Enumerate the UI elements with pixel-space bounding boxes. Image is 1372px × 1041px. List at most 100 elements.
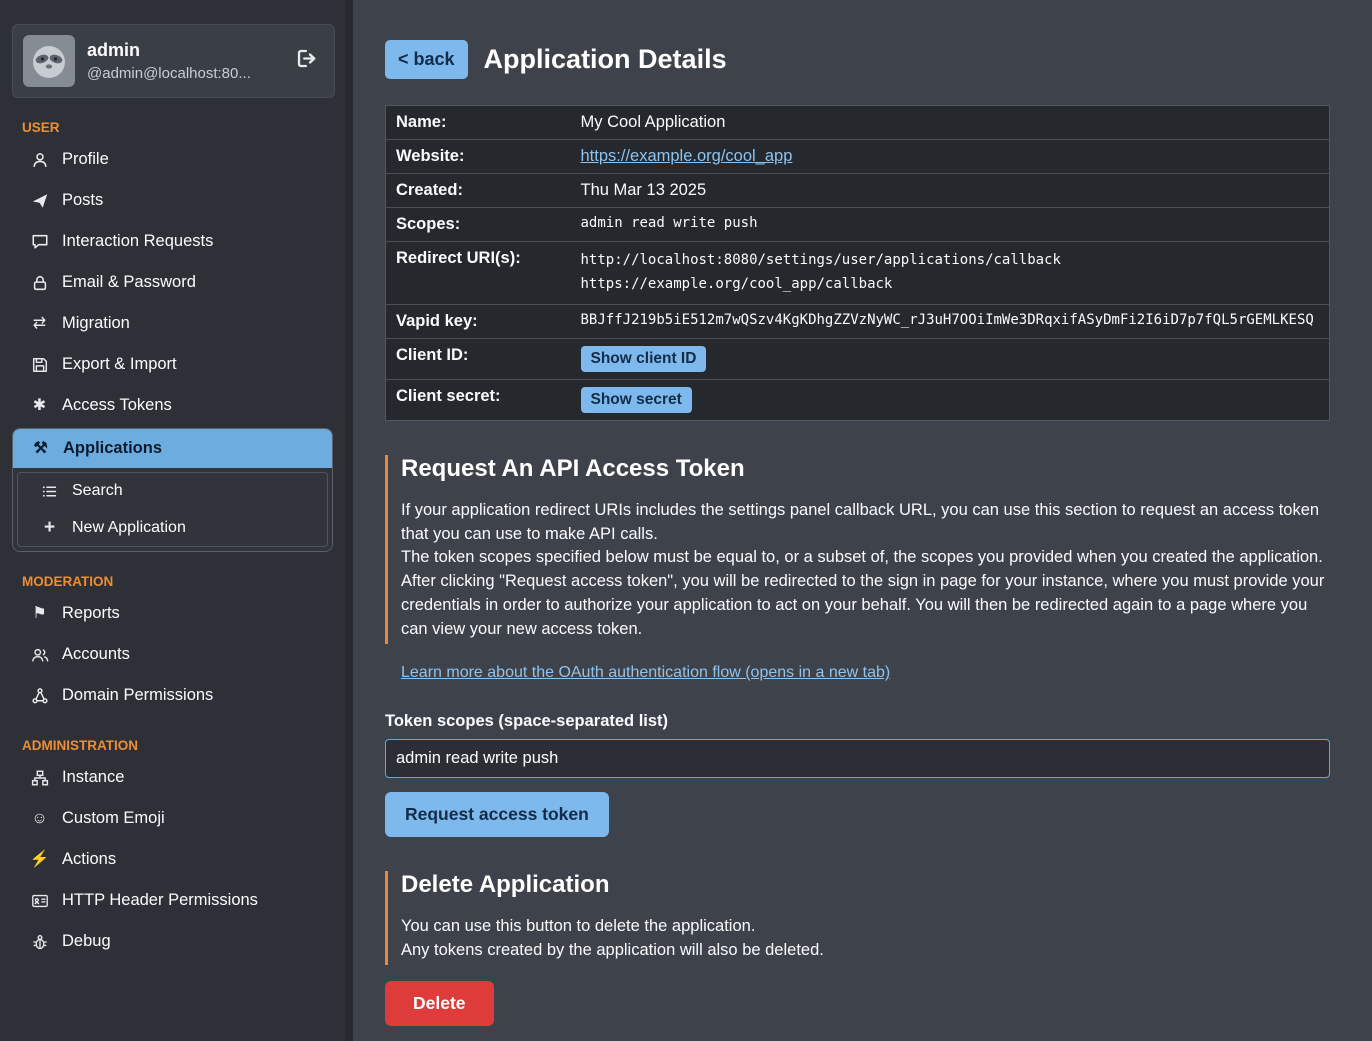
sidebar-item-http-header-permissions[interactable]: HTTP Header Permissions [0,880,345,921]
user-handle: @admin@localhost:80... [87,65,251,82]
sidebar-item-label: Access Tokens [62,396,172,415]
table-row-created: Created: Thu Mar 13 2025 [386,174,1330,208]
table-row-client-secret: Client secret: Show secret [386,379,1330,420]
sidebar-item-label: Domain Permissions [62,686,213,705]
applications-submenu-box: Search + New Application [17,472,328,547]
user-meta: admin @admin@localhost:80... [87,40,251,82]
sidebar-item-access-tokens[interactable]: ✱ Access Tokens [0,385,345,426]
request-access-token-button[interactable]: Request access token [385,792,609,837]
page-title: Application Details [484,44,727,75]
vapid-key-value: BBJffJ219b5iE512m7wQSzv4KgKDhgZZVzNyWC_r… [571,304,1330,338]
request-token-paragraph-2: The token scopes specified below must be… [401,546,1330,570]
plus-icon: + [40,518,59,537]
row-label: Name: [386,106,571,140]
row-label: Redirect URI(s): [386,242,571,305]
token-scopes-label: Token scopes (space-separated list) [385,712,1330,731]
row-label: Created: [386,174,571,208]
sidebar-item-export-import[interactable]: Export & Import [0,344,345,385]
sidebar: admin @admin@localhost:80... USER Profil… [0,0,345,1041]
sidebar-item-label: Posts [62,191,103,210]
sidebar-item-email-password[interactable]: Email & Password [0,262,345,303]
section-label-moderation: MODERATION [22,574,345,589]
paper-plane-icon [30,192,49,210]
redirect-uri-1: http://localhost:8080/settings/user/appl… [581,249,1320,273]
back-button[interactable]: < back [385,40,468,79]
row-label: Website: [386,140,571,174]
delete-paragraph-1: You can use this button to delete the ap… [401,915,1330,939]
sitemap-icon [30,769,49,787]
request-token-paragraph-1: If your application redirect URIs includ… [401,499,1330,547]
table-row-scopes: Scopes: admin read write push [386,208,1330,242]
bug-icon [30,933,49,951]
user-card: admin @admin@localhost:80... [12,24,335,98]
sidebar-item-label: Applications [63,439,162,458]
application-details-table: Name: My Cool Application Website: https… [385,105,1330,421]
row-label: Vapid key: [386,304,571,338]
flag-icon: ⚑ [30,606,49,622]
created-value: Thu Mar 13 2025 [571,174,1330,208]
sidebar-item-label: Migration [62,314,130,333]
speech-bubble-icon [30,233,49,251]
sidebar-item-instance[interactable]: Instance [0,757,345,798]
lock-icon [30,274,49,292]
delete-application-section: Delete Application You can use this butt… [385,871,1330,965]
sidebar-item-custom-emoji[interactable]: ☺ Custom Emoji [0,798,345,839]
sidebar-item-debug[interactable]: Debug [0,921,345,962]
sidebar-item-new-application[interactable]: + New Application [18,509,327,546]
table-row-vapid-key: Vapid key: BBJffJ219b5iE512m7wQSzv4KgKDh… [386,304,1330,338]
sidebar-item-actions[interactable]: ⚡ Actions [0,839,345,880]
user-icon [30,151,49,169]
show-secret-button[interactable]: Show secret [581,387,692,413]
sidebar-item-migration[interactable]: ⇄ Migration [0,303,345,344]
main-content: < back Application Details Name: My Cool… [353,0,1372,1041]
asterisk-icon: ✱ [30,398,49,414]
sidebar-item-applications[interactable]: ⚒ Applications [13,429,332,468]
scopes-value: admin read write push [571,208,1330,242]
website-link[interactable]: https://example.org/cool_app [581,147,793,165]
sidebar-item-label: Instance [62,768,124,787]
applications-submenu: Search + New Application [13,468,332,551]
token-scopes-input[interactable] [385,739,1330,778]
sidebar-item-label: Debug [62,932,111,951]
sidebar-item-label: Export & Import [62,355,177,374]
sidebar-item-label: Interaction Requests [62,232,213,251]
sidebar-item-posts[interactable]: Posts [0,180,345,221]
section-label-administration: ADMINISTRATION [22,738,345,753]
sidebar-item-label: Profile [62,150,109,169]
sidebar-item-profile[interactable]: Profile [0,139,345,180]
sidebar-item-accounts[interactable]: Accounts [0,634,345,675]
section-label-user: USER [22,120,345,135]
sidebar-item-label: HTTP Header Permissions [62,891,258,910]
sidebar-item-label: Search [72,482,123,500]
table-row-website: Website: https://example.org/cool_app [386,140,1330,174]
sidebar-item-domain-permissions[interactable]: Domain Permissions [0,675,345,716]
show-client-id-button[interactable]: Show client ID [581,346,707,372]
applications-group: ⚒ Applications Search [12,428,333,552]
user-name: admin [87,40,251,61]
request-token-title: Request An API Access Token [401,455,1330,483]
sidebar-item-reports[interactable]: ⚑ Reports [0,593,345,634]
delete-paragraph-2: Any tokens created by the application wi… [401,939,1330,963]
table-row-redirect-uris: Redirect URI(s): http://localhost:8080/s… [386,242,1330,305]
logout-icon[interactable] [289,43,324,79]
application-name-value: My Cool Application [571,106,1330,140]
row-label: Scopes: [386,208,571,242]
arrows-migration-icon: ⇄ [30,316,49,332]
oauth-docs-link[interactable]: Learn more about the OAuth authenticatio… [401,664,890,682]
row-label: Client secret: [386,379,571,420]
sidebar-item-label: Email & Password [62,273,196,292]
delete-button[interactable]: Delete [385,981,494,1026]
sidebar-item-label: Actions [62,850,116,869]
network-nodes-icon [30,687,49,705]
sidebar-item-applications-search[interactable]: Search [18,473,327,509]
avatar [23,35,75,87]
sidebar-item-interaction-requests[interactable]: Interaction Requests [0,221,345,262]
delete-application-title: Delete Application [401,871,1330,899]
request-token-paragraph-3: After clicking "Request access token", y… [401,570,1330,642]
sidebar-item-label: Custom Emoji [62,809,165,828]
sidebar-item-label: Reports [62,604,120,623]
row-label: Client ID: [386,338,571,379]
sidebar-item-label: New Application [72,519,186,537]
request-token-section: Request An API Access Token If your appl… [385,455,1330,645]
id-card-icon [30,892,49,910]
